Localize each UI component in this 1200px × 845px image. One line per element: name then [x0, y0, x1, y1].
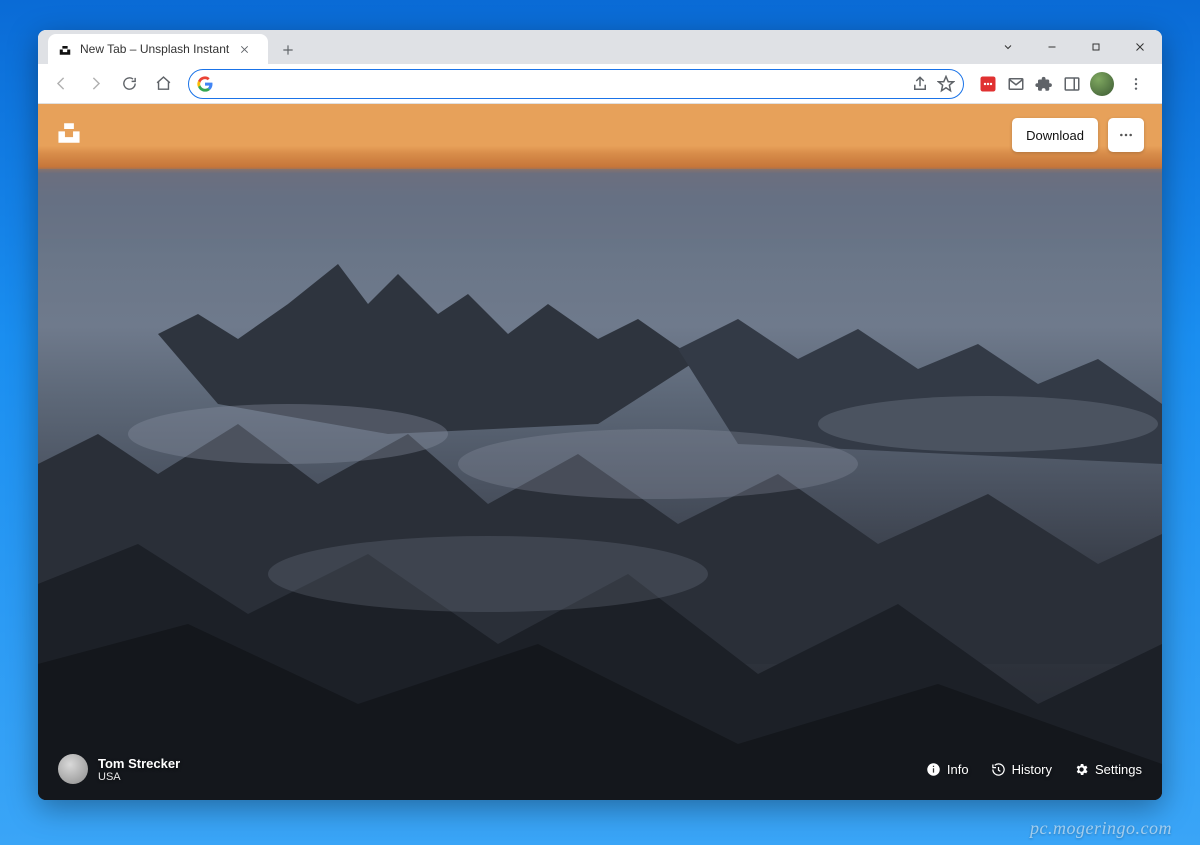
tab-search-button[interactable]: [986, 30, 1030, 64]
page-bottom-overlay: Tom Strecker USA Info History Settings: [38, 740, 1162, 800]
window-maximize-button[interactable]: [1074, 30, 1118, 64]
watermark-text: pc.mogeringo.com: [1030, 818, 1172, 839]
google-icon: [197, 76, 213, 92]
info-button[interactable]: Info: [926, 762, 969, 777]
photo-author[interactable]: Tom Strecker USA: [58, 754, 180, 784]
tab-strip: New Tab – Unsplash Instant: [38, 30, 1162, 64]
author-location: USA: [98, 771, 180, 783]
author-name: Tom Strecker: [98, 756, 180, 771]
nav-forward-button[interactable]: [80, 69, 110, 99]
extensions-area: [974, 72, 1154, 96]
pocket-extension-icon[interactable]: [978, 74, 998, 94]
extensions-puzzle-icon[interactable]: [1034, 74, 1054, 94]
history-button[interactable]: History: [991, 762, 1052, 777]
tab-title: New Tab – Unsplash Instant: [80, 42, 229, 56]
address-bar[interactable]: [188, 69, 964, 99]
share-icon[interactable]: [911, 75, 929, 93]
profile-avatar[interactable]: [1090, 72, 1114, 96]
window-close-button[interactable]: [1118, 30, 1162, 64]
unsplash-logo-icon[interactable]: [56, 120, 82, 151]
tab-close-button[interactable]: [237, 44, 251, 55]
browser-window: New Tab – Unsplash Instant: [38, 30, 1162, 800]
chrome-menu-button[interactable]: [1122, 76, 1150, 92]
settings-button[interactable]: Settings: [1074, 762, 1142, 777]
download-button[interactable]: Download: [1012, 118, 1098, 152]
nav-back-button[interactable]: [46, 69, 76, 99]
unsplash-favicon-icon: [58, 42, 72, 56]
window-minimize-button[interactable]: [1030, 30, 1074, 64]
browser-tab[interactable]: New Tab – Unsplash Instant: [48, 34, 268, 64]
author-avatar: [58, 754, 88, 784]
gmail-extension-icon[interactable]: [1006, 74, 1026, 94]
page-content: Download Tom Strecker USA Info: [38, 104, 1162, 800]
window-controls: [986, 30, 1162, 64]
nav-reload-button[interactable]: [114, 69, 144, 99]
bottom-actions: Info History Settings: [926, 762, 1142, 777]
bookmark-icon[interactable]: [937, 75, 955, 93]
sidepanel-icon[interactable]: [1062, 74, 1082, 94]
background-photo: [38, 104, 1162, 800]
nav-home-button[interactable]: [148, 69, 178, 99]
new-tab-button[interactable]: [274, 36, 302, 64]
page-top-overlay: Download: [38, 104, 1162, 166]
more-options-button[interactable]: [1108, 118, 1144, 152]
top-actions: Download: [1012, 118, 1144, 152]
browser-toolbar: [38, 64, 1162, 104]
address-input[interactable]: [221, 76, 903, 91]
